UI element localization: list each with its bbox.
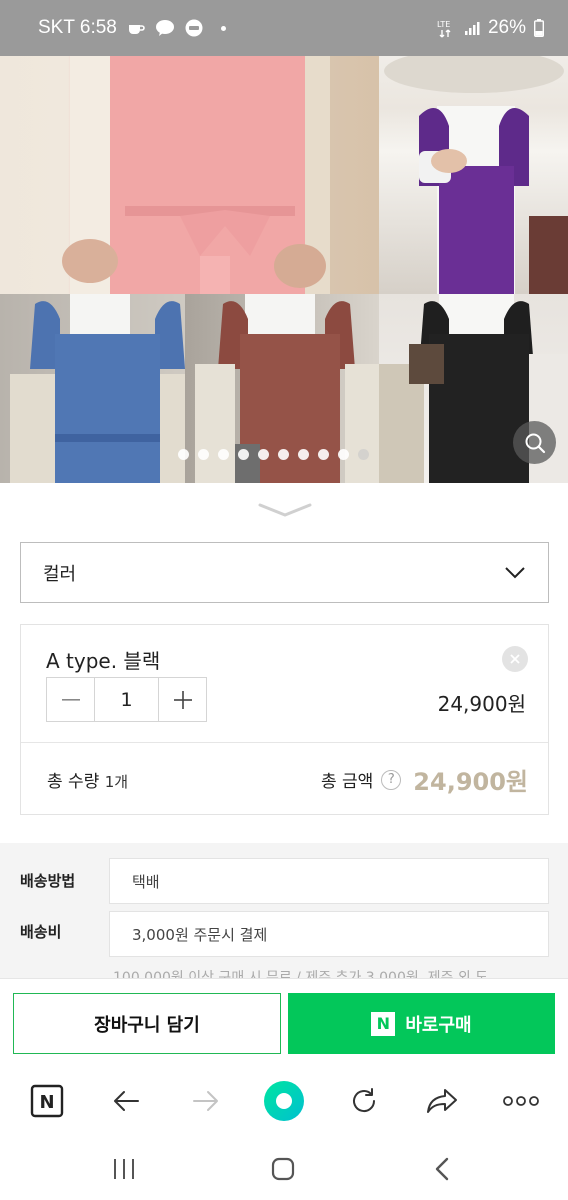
share-icon (427, 1089, 457, 1113)
gallery-pagination[interactable] (178, 449, 369, 460)
arrow-right-icon (193, 1091, 218, 1111)
help-icon[interactable]: ? (381, 769, 402, 790)
naver-pay-icon: N (371, 1011, 396, 1036)
product-image-gallery[interactable] (0, 56, 568, 483)
more-menu-button[interactable] (500, 1080, 542, 1122)
collapse-handle[interactable] (257, 500, 313, 524)
home-icon (271, 1157, 295, 1181)
product-photo-pink-apron (0, 56, 379, 294)
svg-text:N: N (39, 1092, 54, 1113)
quantity-value[interactable]: 1 (94, 678, 159, 721)
plus-icon (173, 690, 192, 709)
pagination-dot[interactable] (358, 449, 369, 460)
magnifier-icon (525, 433, 545, 453)
pagination-dot[interactable] (258, 449, 269, 460)
total-quantity-label: 총 수량 (47, 772, 100, 792)
divider (21, 742, 548, 743)
minus-icon (61, 698, 80, 701)
total-amount-label: 총 금액 (320, 772, 374, 792)
home-button[interactable] (268, 1154, 298, 1184)
buy-now-label: 바로구매 (405, 1014, 472, 1036)
more-dots-icon (503, 1096, 539, 1106)
system-back-button[interactable] (427, 1154, 457, 1184)
option-name: A type. 블랙 (46, 649, 161, 673)
quantity-stepper[interactable]: 1 (46, 677, 207, 722)
pagination-dot[interactable] (198, 449, 209, 460)
battery-percent: 26% (487, 17, 526, 38)
green-dot-icon (264, 1081, 304, 1121)
product-photo-blue-apron (0, 294, 185, 483)
browser-toolbar: N (0, 1066, 568, 1136)
purchase-action-bar: 장바구니 담기 N 바로구매 (0, 978, 568, 1066)
refresh-icon (353, 1088, 376, 1113)
pagination-dot[interactable] (278, 449, 289, 460)
shipping-method-label: 배송방법 (20, 872, 76, 890)
close-icon (510, 654, 520, 664)
color-option-select[interactable]: 컬러 (20, 542, 549, 603)
notification-badge-icon (185, 19, 203, 37)
shipping-fee-label: 배송비 (20, 923, 62, 941)
chevron-down-icon (505, 566, 525, 578)
pagination-dot[interactable] (298, 449, 309, 460)
shipping-method-value: 택배 (109, 858, 549, 904)
back-button[interactable] (105, 1080, 147, 1122)
shipping-fee-value: 3,000원 주문시 결제 (109, 911, 549, 957)
share-button[interactable] (421, 1080, 463, 1122)
arrow-left-icon (114, 1091, 139, 1111)
status-bar: SKT 6:58 LTE 26% (0, 0, 568, 56)
total-quantity: 총 수량 1개 (47, 767, 128, 792)
option-price: 24,900원 (437, 692, 526, 716)
lte-icon: LTE (436, 18, 456, 38)
add-to-cart-button[interactable]: 장바구니 담기 (13, 993, 281, 1054)
signal-icon (464, 20, 480, 36)
pagination-dot[interactable] (318, 449, 329, 460)
product-photo-purple-apron (379, 56, 568, 294)
select-label: 컬러 (43, 563, 77, 585)
pagination-dot[interactable] (178, 449, 189, 460)
svg-text:LTE: LTE (437, 20, 450, 29)
recent-apps-icon (114, 1159, 134, 1179)
increase-quantity-button[interactable] (159, 678, 206, 721)
remove-option-button[interactable] (502, 646, 528, 672)
recent-apps-button[interactable] (109, 1154, 139, 1184)
carrier-time: SKT 6:58 (38, 17, 117, 38)
coffee-icon (127, 20, 145, 36)
refresh-button[interactable] (343, 1080, 385, 1122)
kakaotalk-icon (155, 19, 175, 37)
naver-green-dot-button[interactable] (263, 1080, 305, 1122)
more-notifications-dot (220, 25, 226, 31)
pagination-dot[interactable] (218, 449, 229, 460)
chevron-left-icon (435, 1157, 449, 1181)
pagination-dot[interactable] (338, 449, 349, 460)
forward-button[interactable] (185, 1080, 227, 1122)
chevron-down-icon (258, 503, 312, 517)
total-amount: 총 금액 ? 24,900원 (321, 762, 528, 797)
battery-icon (534, 19, 544, 37)
system-navigation-bar (0, 1136, 568, 1200)
decrease-quantity-button[interactable] (47, 678, 94, 721)
buy-now-button[interactable]: N 바로구매 (288, 993, 555, 1054)
total-amount-value: 24,900원 (413, 768, 528, 796)
naver-home-button[interactable]: N (26, 1080, 68, 1122)
pagination-dot[interactable] (238, 449, 249, 460)
zoom-button[interactable] (513, 421, 556, 464)
naver-home-icon: N (30, 1084, 64, 1118)
selected-option-card: A type. 블랙 1 24,900원 총 수량 1개 총 금액 ? 24,9… (20, 624, 549, 815)
total-quantity-value: 1개 (104, 773, 129, 791)
